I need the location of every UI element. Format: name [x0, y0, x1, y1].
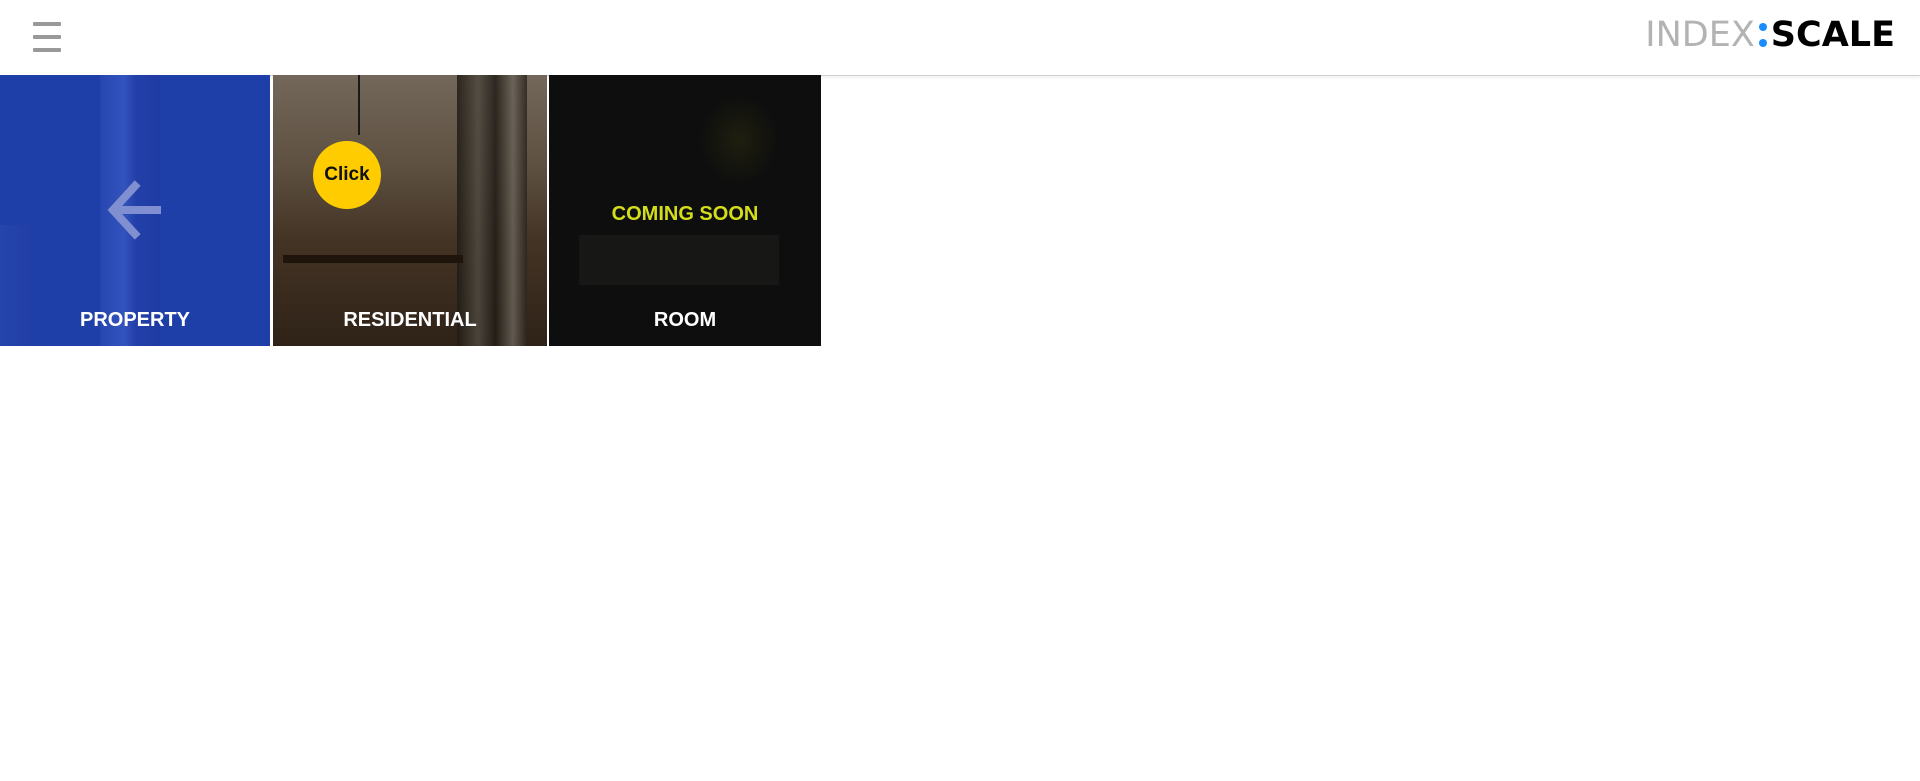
- hamburger-line: [33, 48, 61, 52]
- top-bar: INDEX SCALE: [0, 0, 1920, 76]
- click-badge[interactable]: Click: [313, 141, 381, 209]
- logo-text-index: INDEX: [1645, 15, 1755, 55]
- tile-residential[interactable]: Click RESIDENTIAL: [273, 75, 547, 346]
- bed-image: [579, 235, 779, 285]
- coming-soon-label: COMING SOON: [611, 203, 759, 225]
- brand-logo[interactable]: INDEX SCALE: [1645, 15, 1895, 55]
- tile-label: ROOM: [653, 309, 717, 331]
- tile-property[interactable]: PROPERTY: [0, 75, 270, 346]
- room-light-image: [699, 95, 779, 185]
- hamburger-line: [33, 35, 61, 39]
- tile-label: RESIDENTIAL: [343, 309, 477, 331]
- logo-colon-icon: [1758, 15, 1767, 55]
- hamburger-line: [33, 22, 61, 26]
- hamburger-menu-button[interactable]: [30, 22, 64, 52]
- arrow-left-icon: [107, 180, 161, 240]
- tile-overlay: [273, 75, 547, 346]
- tile-room[interactable]: COMING SOON ROOM: [549, 75, 821, 346]
- logo-text-scale: SCALE: [1770, 15, 1895, 55]
- tile-label: PROPERTY: [79, 309, 191, 331]
